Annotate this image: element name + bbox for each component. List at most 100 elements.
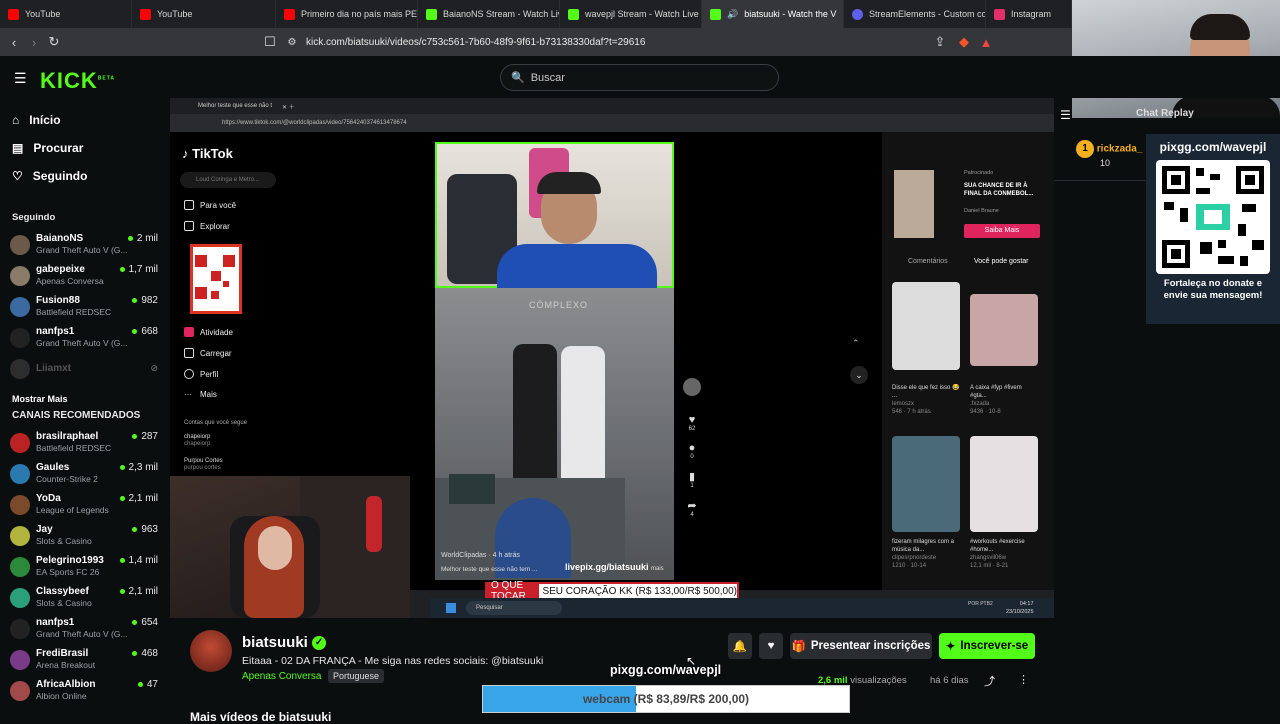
star-icon: ✦	[945, 641, 956, 653]
channel-row[interactable]: AfricaAlbion Albion Online 47	[0, 675, 170, 706]
offline-channel[interactable]: Liiamxt ⊘	[0, 353, 170, 384]
avatar	[10, 494, 30, 515]
recommended-heading: CANAIS RECOMENDADOS	[12, 410, 141, 421]
share-icon[interactable]: ⤴	[984, 673, 995, 689]
channel-row[interactable]: FrediBrasil Arena Breakout 468	[0, 644, 170, 675]
avatar	[10, 265, 30, 286]
microphone-stand	[366, 496, 382, 552]
kick-icon	[710, 8, 721, 20]
channel-category: Grand Theft Auto V (G...	[36, 245, 128, 255]
donation-goal-text: SEU CORAÇÃO KK (R$ 133,00/R$ 500,00)	[542, 585, 737, 597]
rewards-icon[interactable]: ▲	[976, 35, 996, 50]
browser-tab[interactable]: BaianoNS Stream - Watch Live	[418, 0, 560, 28]
gift-icon: 🎁	[791, 641, 806, 653]
browse-icon: ▤	[12, 141, 24, 155]
chat-title: Chat Replay	[1136, 108, 1194, 119]
kick-logo[interactable]: KICKBETA	[40, 68, 115, 94]
channel-name[interactable]: biatsuuki ✓	[242, 634, 327, 651]
suggestion-title: fizeram milagres com a música da... clipe…	[892, 539, 955, 569]
subscribe-button[interactable]: ✦ Inscrever-se	[939, 633, 1035, 659]
chat-divider	[1054, 180, 1146, 181]
channel-category: Counter-Strike 2	[36, 474, 98, 484]
tray-language: POR PTB2	[968, 601, 993, 607]
follow-item: chapeiorp chapeiorp	[184, 434, 211, 447]
browser-tab[interactable]: YouTube	[132, 0, 276, 28]
back-icon[interactable]: ‹	[4, 35, 24, 50]
video-author: WorldClipadas · 4 h atrás	[441, 552, 520, 559]
explore-icon	[184, 221, 194, 231]
guest-webcam	[170, 476, 410, 618]
avatar	[10, 649, 30, 670]
viewer-count: 2,3 mil	[120, 462, 158, 473]
nav-home[interactable]: ⌂ Início	[0, 106, 170, 134]
scroll-up-icon: ⌃	[852, 338, 860, 348]
channel-row[interactable]: Fusion88 Battlefield REDSEC 982	[0, 291, 170, 322]
browser-tab[interactable]: Primeiro dia no país mais PERI	[276, 0, 418, 28]
channel-name: YoDa	[36, 493, 61, 504]
chat-menu-icon[interactable]: ☰	[1060, 108, 1071, 122]
channel-row[interactable]: Jay Slots & Casino 963	[0, 520, 170, 551]
tiktok-menu-item: Para você	[184, 200, 236, 210]
search-input[interactable]: 🔍 Buscar	[500, 64, 779, 91]
channel-category: Slots & Casino	[36, 536, 92, 546]
channel-row[interactable]: nanfps1 Grand Theft Auto V (G... 668	[0, 322, 170, 353]
nav-following[interactable]: ♡ Seguindo	[0, 162, 170, 190]
channel-row[interactable]: YoDa League of Legends 2,1 mil	[0, 489, 170, 520]
inner-browser-address: https://www.tiktok.com/@worldclipadas/vi…	[170, 114, 1054, 132]
brave-shield-icon[interactable]: ◆	[954, 34, 974, 50]
channel-row[interactable]: nanfps1 Grand Theft Auto V (G... 654	[0, 613, 170, 644]
viewer-count: 287	[132, 431, 158, 442]
tiktok-suggestions: Patrocinado SUA CHANCE DE IR À FINAL DA …	[882, 132, 1054, 590]
browser-tab[interactable]: Instagram	[986, 0, 1072, 28]
game-scene: CÖMPLEXO WorldClipadas · 4 h atrás Melho…	[435, 288, 674, 580]
menu-icon[interactable]: ☰	[14, 70, 27, 87]
bookmark-icon[interactable]: ☐	[260, 34, 280, 50]
viewer-count: 468	[132, 648, 158, 659]
channel-avatar[interactable]	[190, 630, 232, 672]
browser-tab-active[interactable]: 🔊biatsuuki - Watch the V✕	[702, 0, 844, 28]
browser-tab[interactable]: wavepjl Stream - Watch Live or	[560, 0, 702, 28]
channel-category: Battlefield REDSEC	[36, 307, 112, 317]
heart-icon: ♡	[12, 169, 23, 183]
channel-name: Pelegrino1993	[36, 555, 104, 566]
channel-row[interactable]: Pelegrino1993 EA Sports FC 26 1,4 mil	[0, 551, 170, 582]
notification-bell-button[interactable]: 🔔	[728, 633, 752, 659]
streamer-hair	[1190, 14, 1250, 40]
reload-icon[interactable]: ↻	[44, 34, 64, 50]
share-icon[interactable]: ⇪	[930, 34, 950, 50]
avatar	[10, 296, 30, 317]
viewer-count: 982	[132, 295, 158, 306]
avatar	[10, 556, 30, 577]
channel-row[interactable]: Classybeef Slots & Casino 2,1 mil	[0, 582, 170, 613]
category-link[interactable]: Apenas Conversa	[242, 671, 322, 682]
channel-row[interactable]: gabepeixe Apenas Conversa 1,7 mil	[0, 260, 170, 291]
windows-start-icon	[446, 603, 456, 613]
suggestion-thumbnail	[892, 282, 960, 370]
channel-row[interactable]: Gaules Counter-Strike 2 2,3 mil	[0, 458, 170, 489]
browser-tab[interactable]: YouTube	[0, 0, 132, 28]
channel-row[interactable]: brasilraphael Battlefield REDSEC 287	[0, 427, 170, 458]
channel-category: League of Legends	[36, 505, 109, 515]
tiktok-menu-item: Atividade	[184, 327, 233, 337]
browser-tab[interactable]: StreamElements - Custom com	[844, 0, 986, 28]
video-player[interactable]: Melhor teste que esse não t ✕ ＋ https://w…	[170, 98, 1054, 618]
nav-browse[interactable]: ▤ Procurar	[0, 134, 170, 162]
url-field[interactable]: kick.com/biatsuuki/videos/c753c561-7b60-…	[306, 37, 645, 48]
follow-item: Purpou Cortes purpou cortes	[184, 458, 223, 471]
bookmark-icon: ▮	[688, 471, 696, 483]
video-caption: Melhor teste que esse não tem ...	[441, 566, 538, 573]
instagram-icon	[994, 8, 1005, 20]
tiktok-menu-item: Carregar	[184, 348, 232, 358]
viewer-count: 1,7 mil	[120, 264, 158, 275]
livepix-watermark: livepix.gg/biatsuuki	[565, 562, 649, 572]
show-more-link[interactable]: Mostrar Mais	[0, 394, 170, 404]
channel-category: Battlefield REDSEC	[36, 443, 112, 453]
more-options-icon[interactable]: ⋮	[1018, 673, 1029, 686]
chat-message: 1 rickzada_ 10	[1076, 140, 1142, 168]
gift-subs-button[interactable]: 🎁 Presentear inscrições	[790, 633, 932, 659]
more-videos-heading: Mais vídeos de biatsuuki	[190, 710, 332, 724]
forward-icon[interactable]: ›	[24, 35, 44, 50]
follow-heart-button[interactable]: ♥	[759, 633, 783, 659]
site-info-icon[interactable]: ⚙	[282, 37, 302, 48]
channel-row[interactable]: BaianoNS Grand Theft Auto V (G... 2 mil	[0, 229, 170, 260]
